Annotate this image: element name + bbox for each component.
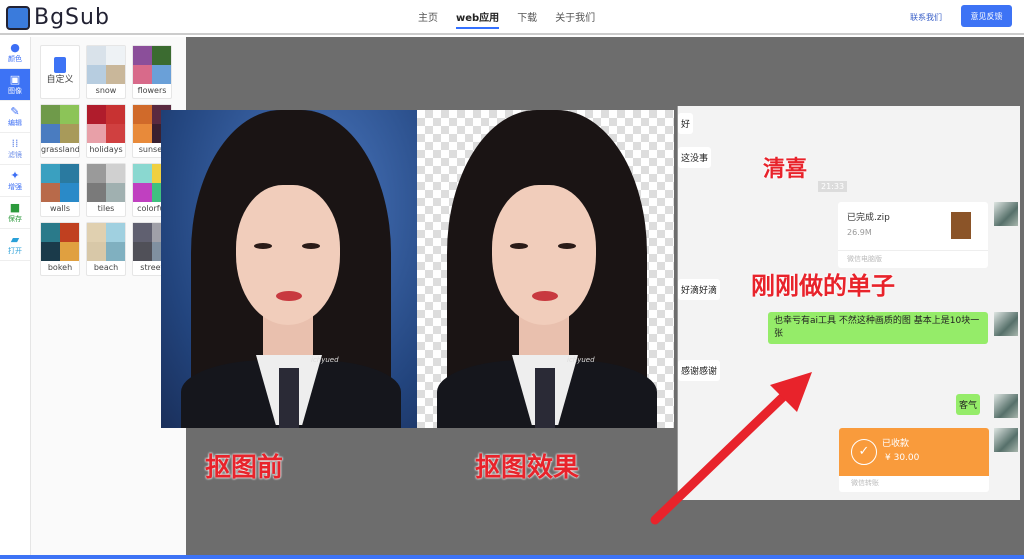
- red-arrow: [650, 372, 812, 525]
- bottom-scrollbar[interactable]: [0, 555, 1024, 559]
